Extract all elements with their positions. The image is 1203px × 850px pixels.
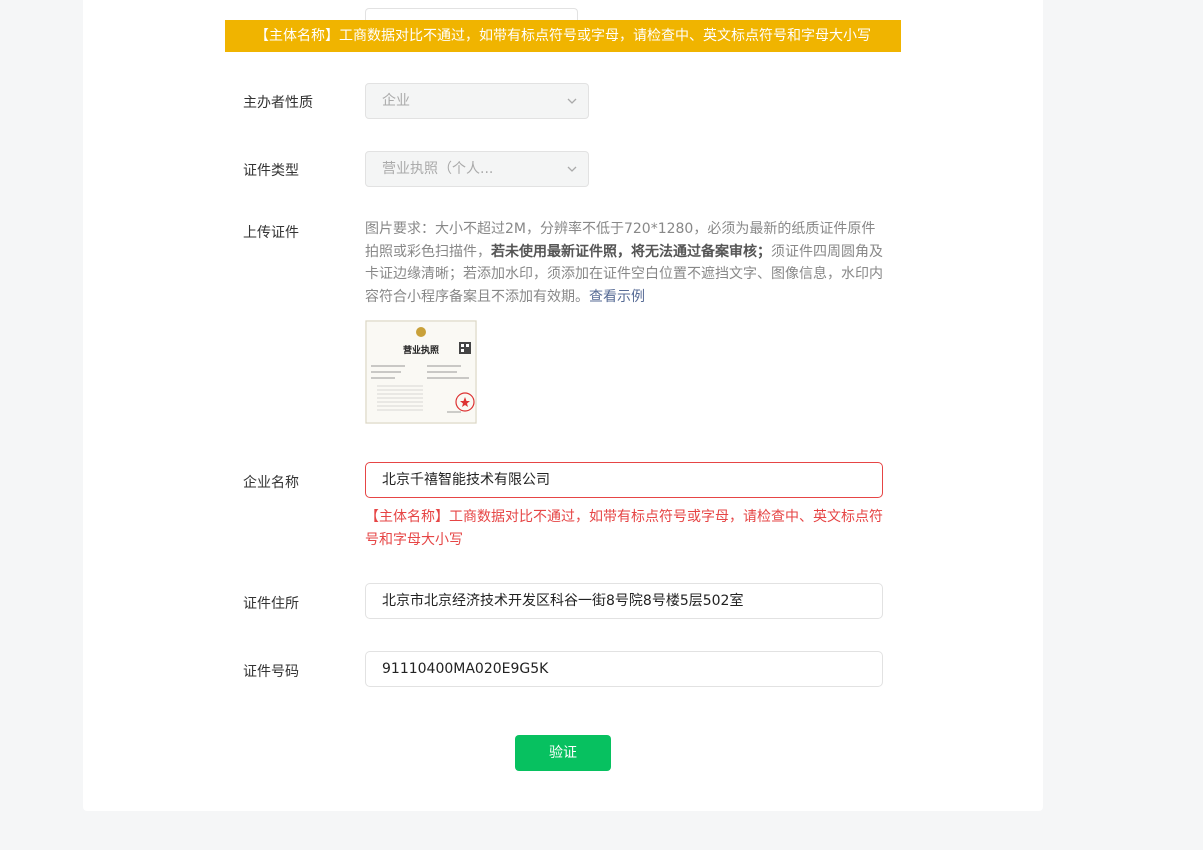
company-name-label: 企业名称 [243,475,299,491]
chevron-down-icon [567,166,577,172]
upload-label: 上传证件 [243,225,299,241]
license-thumbnail[interactable]: 营业执照 [365,320,477,424]
company-name-error: 【主体名称】工商数据对比不通过，如带有标点符号或字母，请检查中、英文标点符号和字… [365,509,883,548]
upload-desc-warning: 若未使用最新证件照，将无法通过备案审核； [491,243,771,260]
business-license-image: 营业执照 [365,320,477,424]
chevron-down-icon [567,98,577,104]
verify-button[interactable]: 验证 [515,735,611,771]
error-banner: 【主体名称】工商数据对比不通过，如带有标点符号或字母，请检查中、英文标点符号和字… [225,20,901,52]
thumb-title: 营业执照 [403,344,439,356]
cert-number-input[interactable]: 91110400MA020E9G5K [365,651,883,687]
address-input[interactable]: 北京市北京经济技术开发区科谷一街8号院8号楼5层502室 [365,583,883,619]
upload-requirements: 图片要求：大小不超过2M，分辨率不低于720*1280，必须为最新的纸质证件原件… [365,218,885,308]
form-card [83,0,1043,811]
organizer-type-label: 主办者性质 [243,95,313,111]
address-label: 证件住所 [243,596,299,612]
cert-type-value: 营业执照（个人... [382,161,494,177]
company-name-input[interactable]: 北京千禧智能技术有限公司 [365,462,883,498]
organizer-type-select[interactable]: 企业 [365,83,589,119]
view-example-link[interactable]: 查看示例 [589,289,645,305]
cert-type-select[interactable]: 营业执照（个人... [365,151,589,187]
cert-number-label: 证件号码 [243,664,299,680]
organizer-type-value: 企业 [382,93,410,109]
cert-type-label: 证件类型 [243,163,299,179]
